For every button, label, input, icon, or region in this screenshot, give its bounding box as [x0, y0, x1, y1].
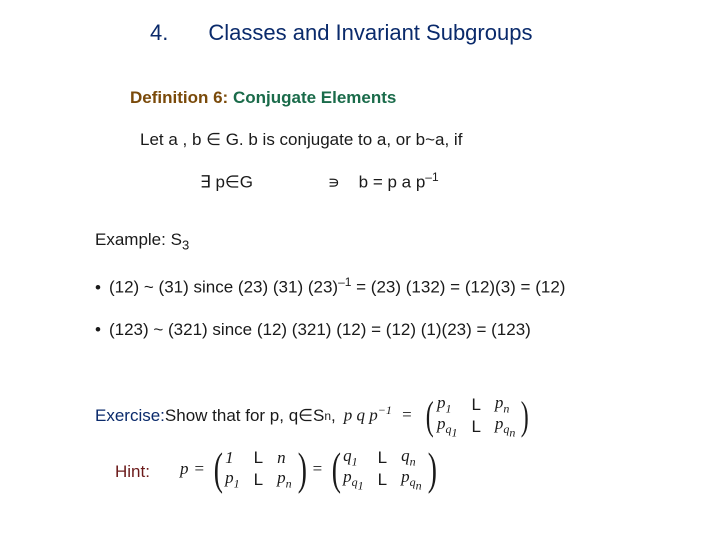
bullet1-exp: –1 [338, 275, 351, 289]
hint-matrix-b: ( q1 L qn pq1 L pqn ) [330, 445, 434, 493]
cell: L [378, 470, 387, 490]
hint-matrix-a: ( 1 L n p1 L pn ) [212, 445, 304, 493]
such-that-icon: ∍ [328, 173, 340, 192]
pqp-lhs: p q p [344, 405, 378, 424]
cell: n [277, 448, 292, 468]
title-text: Classes and Invariant Subgroups [208, 20, 532, 46]
exercise-text: Show that for p, q [165, 406, 298, 426]
exists-statement: ∃ p∈G ∍ b = p a p–1 [200, 170, 439, 193]
bullet-icon: • [95, 320, 101, 339]
pqp-exp: −1 [378, 403, 392, 417]
exercise-label: Exercise: [95, 406, 165, 426]
paren-left-icon: ( [214, 445, 219, 493]
equals-sign: = [313, 459, 323, 479]
bullet1-tail: = (23) (132) = (12)(3) = (12) [351, 278, 565, 297]
cell: L [378, 448, 387, 468]
exponent-neg1: –1 [425, 170, 438, 184]
cell: L [254, 470, 263, 490]
element-of-icon: ∈ [298, 406, 313, 426]
example-label: Example: S [95, 230, 182, 249]
bullet2-text: (123) ~ (321) since (12) (321) (12) = (1… [109, 320, 531, 339]
cell: 1 [225, 448, 240, 468]
paren-right-icon: ) [297, 445, 302, 493]
paren-right-icon: ) [427, 445, 432, 493]
element-of-icon: ∈ [206, 130, 221, 149]
cell: pn [277, 468, 292, 491]
exercise-matrix: ( p1 L pn pq1 L pqn ) [424, 392, 528, 440]
exercise-comma: , [331, 406, 336, 426]
cell: pq1 [437, 414, 458, 441]
matrix-grid: 1 L n p1 L pn [221, 445, 295, 493]
p-in-g: p∈G [211, 173, 253, 192]
bullet-icon: • [95, 278, 101, 297]
exists-icon: ∃ [200, 173, 211, 192]
definition-name: Conjugate Elements [233, 88, 396, 107]
hint-label: Hint: [115, 462, 150, 482]
let-statement: Let a , b ∈ G. b is conjugate to a, or b… [140, 130, 462, 150]
hint-formula: p = ( 1 L n p1 L pn ) = ( q1 L qn pq1 L … [180, 445, 437, 493]
cell: L [254, 448, 263, 468]
example-heading: Example: S3 [95, 230, 189, 252]
equals-sign: = [195, 459, 205, 479]
equals-sign: = [398, 405, 416, 424]
exercise-sn: S [313, 406, 324, 426]
example-item-2: • (123) ~ (321) since (12) (321) (12) = (… [95, 320, 531, 340]
example-item-1: • (12) ~ (31) since (23) (31) (23)–1 = (2… [95, 275, 565, 298]
paren-left-icon: ( [332, 445, 337, 493]
hint-p: p [180, 459, 189, 479]
cell: L [471, 417, 480, 437]
exercise-line: Exercise: Show that for p, q ∈ Sn , p q … [95, 392, 530, 440]
title-number: 4. [150, 20, 168, 46]
cell: L [471, 395, 480, 415]
paren-left-icon: ( [426, 392, 431, 440]
paren-right-icon: ) [521, 392, 526, 440]
example-subscript: 3 [182, 237, 189, 252]
exercise-formula: p q p−1 = ( p1 L pn pq1 L pqn ) [344, 392, 531, 440]
matrix-grid: p1 L pn pq1 L pqn [433, 392, 519, 440]
definition-label: Definition 6: [130, 88, 228, 107]
exercise-n-sub: n [324, 409, 331, 423]
let-pre: Let a , b [140, 130, 206, 149]
cell: p1 [225, 468, 240, 491]
matrix-grid: q1 L qn pq1 L pqn [339, 445, 425, 493]
slide-title: 4. Classes and Invariant Subgroups [0, 20, 720, 46]
cell: pqn [401, 467, 422, 494]
let-mid: G. b is conjugate to a, or b~a, if [221, 130, 462, 149]
bullet1-text: (12) ~ (31) since (23) (31) (23) [109, 278, 338, 297]
cell: pq1 [343, 467, 364, 494]
conjugate-equation: b = p a p [359, 173, 426, 192]
cell: pqn [495, 414, 516, 441]
definition-heading: Definition 6: Conjugate Elements [130, 88, 396, 108]
